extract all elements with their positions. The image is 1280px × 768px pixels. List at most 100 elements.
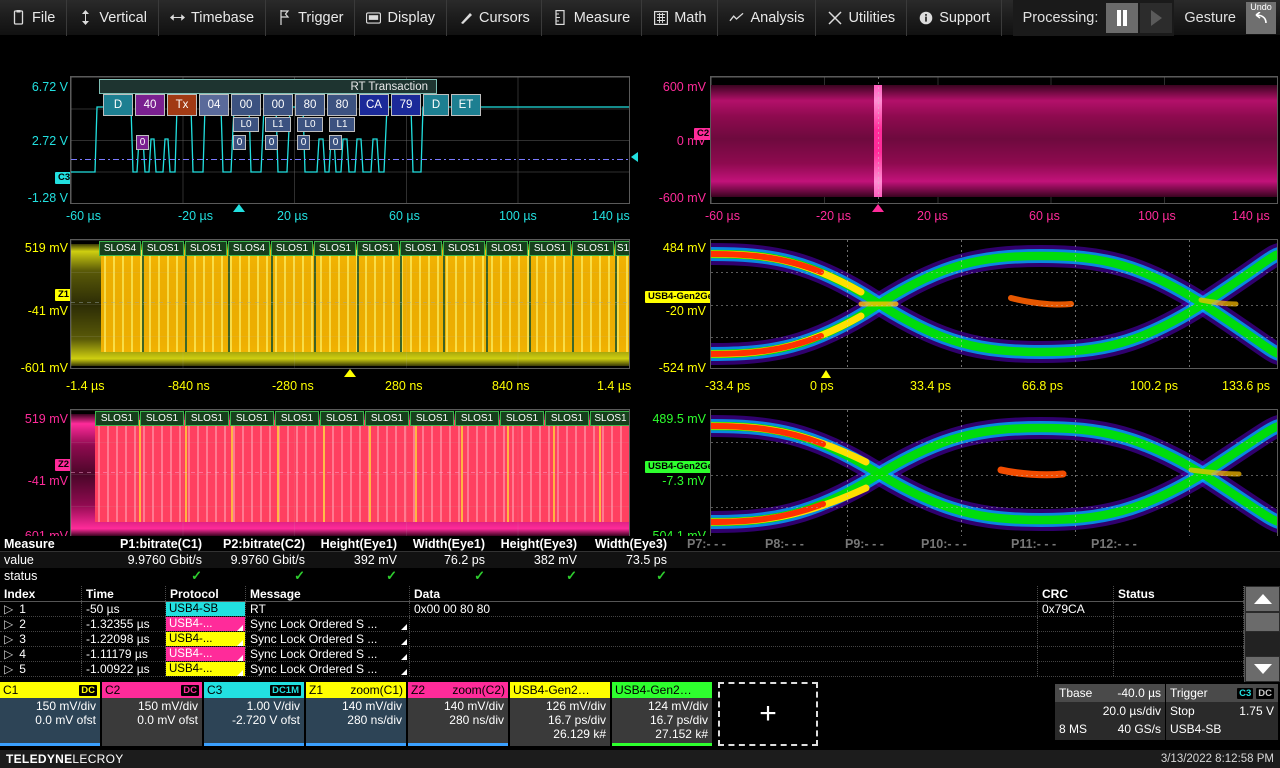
decode-subbox[interactable]: L0 <box>233 117 259 132</box>
trigger-box[interactable]: Trigger C3 DC Stop 1.75 V USB4-SB <box>1166 684 1278 740</box>
menu-item-trigger[interactable]: Trigger <box>266 0 355 36</box>
scrollbar-thumb[interactable] <box>1245 612 1280 632</box>
slos-label[interactable]: SLOS1 <box>400 241 442 256</box>
slos-label[interactable]: SLOS4 <box>228 241 270 256</box>
row-protocol-chip[interactable]: USB4-... <box>166 647 245 661</box>
expand-icon[interactable]: ▷ <box>4 662 13 676</box>
slos-label[interactable]: SLOS1 <box>185 411 229 426</box>
table-row[interactable]: ▷1 -50 µs USB4-SB RT 0x00 00 80 80 0x79C… <box>0 602 1280 617</box>
slos-label[interactable]: SLOS1 <box>500 411 544 426</box>
decode-box[interactable]: D <box>423 94 449 116</box>
grid-c3-plot[interactable]: RT Transaction D 40 Tx 04 0 0 0 0 80 80 CA… <box>70 76 630 204</box>
grid-c2-plot[interactable] <box>710 76 1278 204</box>
measure-col-header-empty[interactable]: P12:- - - <box>1077 537 1157 551</box>
expand-icon[interactable]: ▷ <box>4 647 13 661</box>
decode-subbox[interactable]: L0 <box>297 117 323 132</box>
decode-col-data[interactable]: Data <box>410 586 1038 601</box>
slos-label[interactable]: SLOS1 <box>455 411 499 426</box>
table-row[interactable]: ▷3 -1.22098 µs USB4-... Sync Lock Ordere… <box>0 632 1280 647</box>
scrollbar-track[interactable] <box>1245 632 1280 656</box>
slos-label[interactable]: SLOS1 <box>443 241 485 256</box>
descriptor-c3-coupling[interactable]: DC1M <box>270 685 301 696</box>
grid-eye3-channel-tag[interactable]: USB4-Gen2Ge <box>645 461 716 473</box>
trigger-coupling-chip[interactable]: DC <box>1256 688 1274 699</box>
menu-item-math[interactable]: Math <box>642 0 718 36</box>
slos-label[interactable]: SLOS1 <box>357 241 399 256</box>
grid-eye1-plot[interactable] <box>710 239 1278 369</box>
undo-button[interactable]: Undo <box>1246 2 1276 34</box>
descriptor-eye3[interactable]: USB4-Gen2… 124 mV/div 16.7 ps/div 27.152… <box>612 682 712 746</box>
descriptor-c1[interactable]: C1 DC 150 mV/div 0.0 mV ofst <box>0 682 100 746</box>
decode-col-protocol[interactable]: Protocol <box>166 586 246 601</box>
grid-c3-trigger-marker[interactable] <box>233 204 245 212</box>
table-row[interactable]: ▷2 -1.32355 µs USB4-... Sync Lock Ordere… <box>0 617 1280 632</box>
row-protocol-chip[interactable]: USB4-... <box>166 617 245 631</box>
play-icon[interactable] <box>1140 3 1172 33</box>
decode-box[interactable]: CA <box>359 94 389 116</box>
grid-eye1-channel-tag[interactable]: USB4-Gen2Ge <box>645 291 716 303</box>
pause-icon[interactable] <box>1106 3 1138 33</box>
grid-eye3-plot[interactable] <box>710 409 1278 539</box>
decode-col-message[interactable]: Message <box>246 586 410 601</box>
scroll-up-icon[interactable] <box>1245 586 1280 612</box>
expand-icon[interactable]: ▷ <box>4 602 13 616</box>
menu-item-file[interactable]: File <box>0 0 67 36</box>
menu-item-measure[interactable]: Measure <box>542 0 642 36</box>
measure-col-header-empty[interactable]: P10:- - - <box>911 537 997 551</box>
slos-label[interactable]: SLOS1 <box>320 411 364 426</box>
slos-label[interactable]: SLOS1 <box>185 241 227 256</box>
descriptor-c3[interactable]: C3 DC1M 1.00 V/div -2.720 V ofst <box>204 682 304 746</box>
decode-table-scrollbar[interactable] <box>1244 586 1280 682</box>
expand-icon[interactable]: ▷ <box>4 617 13 631</box>
descriptor-z2[interactable]: Z2 zoom(C2) 140 mV/div 280 ns/div <box>408 682 508 746</box>
measure-col-header-empty[interactable]: P11:- - - <box>997 537 1077 551</box>
descriptor-c1-coupling[interactable]: DC <box>79 685 97 696</box>
slos-label[interactable]: S1 <box>615 241 630 256</box>
decode-innerbox[interactable]: 0 <box>136 135 149 150</box>
measure-col-header[interactable]: Height(Eye1) <box>311 537 403 551</box>
slos-label[interactable]: SLOS1 <box>230 411 274 426</box>
measure-col-header-empty[interactable]: P7:- - - <box>673 537 751 551</box>
decode-box[interactable]: 80 <box>295 94 325 116</box>
descriptor-c2-coupling[interactable]: DC <box>181 685 199 696</box>
decode-box[interactable]: D <box>103 94 133 116</box>
menu-item-support[interactable]: Support <box>907 0 1002 36</box>
grid-c3-transaction-header[interactable]: RT Transaction <box>99 79 437 94</box>
slos-label[interactable]: SLOS1 <box>142 241 184 256</box>
measure-col-header-empty[interactable]: P8:- - - <box>751 537 831 551</box>
slos-label[interactable]: SLOS1 <box>410 411 454 426</box>
descriptor-eye1[interactable]: USB4-Gen2… 126 mV/div 16.7 ps/div 26.129… <box>510 682 610 746</box>
slos-label[interactable]: SLOS1 <box>365 411 409 426</box>
descriptor-z1[interactable]: Z1 zoom(C1) 140 mV/div 280 ns/div <box>306 682 406 746</box>
slos-label[interactable]: SLOS1 <box>529 241 571 256</box>
grid-z2-cursor-line[interactable] <box>71 472 629 473</box>
decode-box[interactable]: Tx <box>167 94 197 116</box>
decode-col-time[interactable]: Time <box>82 586 166 601</box>
menu-item-cursors[interactable]: Cursors <box>447 0 542 36</box>
slos-label[interactable]: SLOS1 <box>486 241 528 256</box>
decode-innerbox[interactable]: 0 <box>233 135 246 150</box>
grid-z2-plot[interactable]: SLOS1 SLOS1 SLOS1 SLOS1 SLOS1 SLOS1 SLOS… <box>70 409 630 539</box>
decode-box[interactable]: 40 <box>135 94 165 116</box>
trigger-source-chip[interactable]: C3 <box>1237 688 1253 699</box>
row-protocol-chip[interactable]: USB4-SB <box>166 602 245 616</box>
grid-z1-cursor-line[interactable] <box>71 302 629 303</box>
slos-label[interactable]: SLOS1 <box>314 241 356 256</box>
row-protocol-chip[interactable]: USB4-... <box>166 662 245 676</box>
measure-col-header[interactable]: Width(Eye3) <box>583 537 673 551</box>
decode-innerbox[interactable]: 0 <box>297 135 310 150</box>
table-row[interactable]: ▷4 -1.11179 µs USB4-... Sync Lock Ordere… <box>0 647 1280 662</box>
decode-subbox[interactable]: L1 <box>329 117 355 132</box>
slos-label[interactable]: SLOS1 <box>545 411 589 426</box>
decode-box[interactable]: ET <box>451 94 481 116</box>
decode-innerbox[interactable]: 0 <box>265 135 278 150</box>
menu-item-vertical[interactable]: Vertical <box>67 0 159 36</box>
decode-box[interactable]: 04 <box>199 94 229 116</box>
slos-label[interactable]: SLOS1 <box>95 411 139 426</box>
decode-col-crc[interactable]: CRC <box>1038 586 1114 601</box>
slos-label[interactable]: SLOS1 <box>140 411 184 426</box>
decode-col-status[interactable]: Status <box>1114 586 1244 601</box>
decode-box[interactable]: 80 <box>327 94 357 116</box>
measure-col-header[interactable]: Width(Eye1) <box>403 537 491 551</box>
decode-innerbox[interactable]: 0 <box>329 135 342 150</box>
